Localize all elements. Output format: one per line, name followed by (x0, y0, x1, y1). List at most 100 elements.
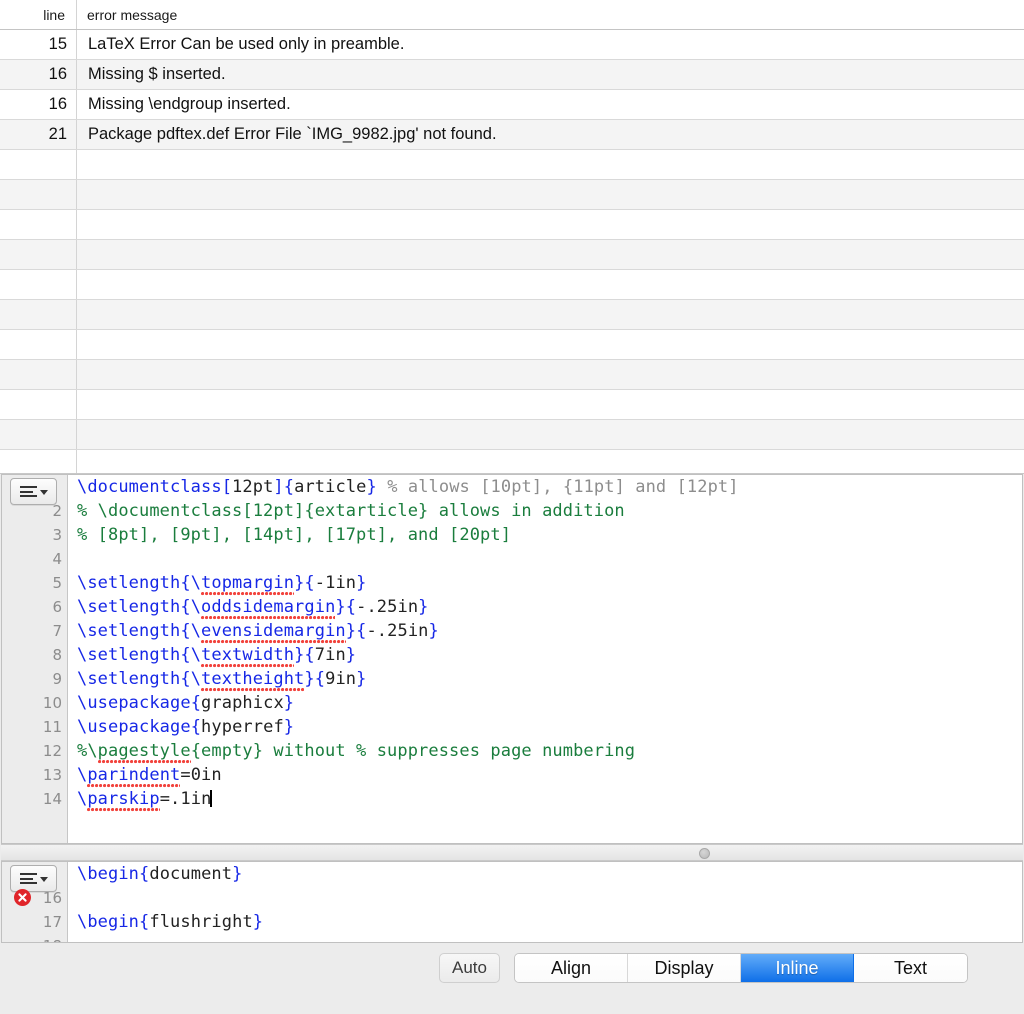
line-number: 4 (52, 550, 62, 568)
cell-line-number (0, 150, 77, 179)
code-line: % \documentclass[12pt]{extarticle} allow… (77, 501, 625, 521)
code-line: \parindent=0in (77, 763, 1022, 788)
cell-error-message: Package pdftex.def Error File `IMG_9982.… (88, 125, 497, 143)
column-header-line[interactable]: line (0, 0, 77, 29)
error-log-panel: line error message 15 LaTeX Error Can be … (0, 0, 1024, 474)
line-number: 8 (52, 646, 62, 664)
line-number: 2 (52, 502, 62, 520)
cell-error-message (77, 150, 1024, 179)
code-line: \begin{document} (77, 864, 243, 884)
line-number: 10 (42, 694, 62, 712)
pane-splitter[interactable] (1, 844, 1023, 861)
table-row[interactable] (0, 450, 1024, 473)
cell-error-message (77, 300, 1024, 329)
line-number: 16 (42, 889, 62, 907)
code-line: \setlength{\evensidemargin}{-.25in} (77, 619, 1022, 644)
line-number (43, 475, 62, 499)
line-number: 12 (42, 742, 62, 760)
cell-error-message: Missing $ inserted. (88, 65, 226, 83)
cell-line-number: 16 (0, 60, 77, 89)
cell-line-number: 21 (0, 120, 77, 149)
line-number: 3 (52, 526, 62, 544)
table-row[interactable] (0, 300, 1024, 330)
cell-error-message (77, 360, 1024, 389)
code-line: \documentclass[12pt]{article} % allows [… (77, 477, 739, 497)
cell-line-number (0, 420, 77, 449)
cell-error-message (77, 240, 1024, 269)
table-row[interactable]: 16 Missing $ inserted. (0, 60, 1024, 90)
code-line: \parskip=.1in (77, 787, 1022, 812)
segment-display[interactable]: Display (628, 954, 741, 982)
math-mode-segmented-control[interactable]: Align Display Inline Text (514, 953, 968, 983)
cell-line-number (0, 360, 77, 389)
cell-error-message (77, 180, 1024, 209)
texshop-window: line error message 15 LaTeX Error Can be … (0, 0, 1024, 1014)
cell-error-message: Missing \endgroup inserted. (88, 95, 291, 113)
line-number: 6 (52, 598, 62, 616)
code-line: \usepackage{graphicx} (77, 693, 295, 713)
line-number (43, 862, 62, 886)
line-number: 5 (52, 574, 62, 592)
line-number: 17 (42, 913, 62, 931)
line-number: 14 (42, 790, 62, 808)
cell-line-number: 16 (0, 90, 77, 119)
line-number-column-sub: 16 17 18 (42, 862, 62, 942)
table-row[interactable]: 16 Missing \endgroup inserted. (0, 90, 1024, 120)
editor-gutter-sub: 16 17 18 (2, 862, 68, 942)
cell-line-number (0, 450, 77, 473)
cell-line-number (0, 300, 77, 329)
table-row[interactable] (0, 330, 1024, 360)
code-content-sub[interactable]: \begin{document} \begin{flushright} (68, 862, 1022, 942)
code-line: \begin{flushright} (77, 912, 264, 932)
table-row[interactable]: 21 Package pdftex.def Error File `IMG_998… (0, 120, 1024, 150)
table-row[interactable] (0, 390, 1024, 420)
segment-align[interactable]: Align (515, 954, 628, 982)
code-line: % [8pt], [9pt], [14pt], [17pt], and [20p… (77, 525, 512, 545)
column-header-error-message[interactable]: error message (77, 0, 1024, 29)
source-editor-sub[interactable]: 16 17 18 \begin{document} \begin{flushrigh… (1, 861, 1023, 943)
cell-error-message (77, 270, 1024, 299)
editor-gutter-main: 2 3 4 5 6 7 8 9 10 11 12 13 14 (2, 475, 68, 843)
hamburger-icon (19, 486, 37, 497)
segment-text[interactable]: Text (854, 954, 967, 982)
cell-error-message (77, 420, 1024, 449)
cell-error-message (77, 450, 1024, 473)
cell-line-number (0, 240, 77, 269)
error-table-body: 15 LaTeX Error Can be used only in preamb… (0, 30, 1024, 473)
table-row[interactable] (0, 420, 1024, 450)
table-row[interactable] (0, 270, 1024, 300)
cell-error-message (77, 330, 1024, 359)
cell-line-number (0, 210, 77, 239)
cell-line-number (0, 390, 77, 419)
source-editor-main[interactable]: 2 3 4 5 6 7 8 9 10 11 12 13 14 \documentclass[12pt]{… (1, 474, 1023, 844)
segment-inline[interactable]: Inline (741, 954, 854, 982)
error-table-header: line error message (0, 0, 1024, 30)
table-row[interactable] (0, 360, 1024, 390)
bottom-toolbar: Auto Align Display Inline Text (0, 943, 1024, 1014)
code-line: \setlength{\topmargin}{-1in} (77, 571, 1022, 596)
cell-line-number (0, 180, 77, 209)
code-line: %\pagestyle{empty} without % suppresses … (77, 739, 1022, 764)
cell-line-number (0, 330, 77, 359)
code-line: \setlength{\oddsidemargin}{-.25in} (77, 595, 1022, 620)
table-row[interactable] (0, 240, 1024, 270)
cell-line-number: 15 (0, 30, 77, 59)
hamburger-icon (19, 873, 37, 884)
cell-error-message (77, 210, 1024, 239)
code-line: \usepackage{hyperref} (77, 717, 295, 737)
cell-line-number (0, 270, 77, 299)
table-row[interactable] (0, 150, 1024, 180)
table-row[interactable] (0, 180, 1024, 210)
code-content-main[interactable]: \documentclass[12pt]{article} % allows [… (68, 475, 1022, 843)
code-line: \setlength{\textheight}{9in} (77, 667, 1022, 692)
code-line: \setlength{\textwidth}{7in} (77, 643, 1022, 668)
line-number: 9 (52, 670, 62, 688)
auto-button[interactable]: Auto (439, 953, 500, 983)
table-row[interactable]: 15 LaTeX Error Can be used only in preamb… (0, 30, 1024, 60)
splitter-grip-handle[interactable] (699, 848, 710, 859)
line-number: 11 (42, 718, 62, 736)
error-marker-icon[interactable] (14, 889, 31, 906)
table-row[interactable] (0, 210, 1024, 240)
